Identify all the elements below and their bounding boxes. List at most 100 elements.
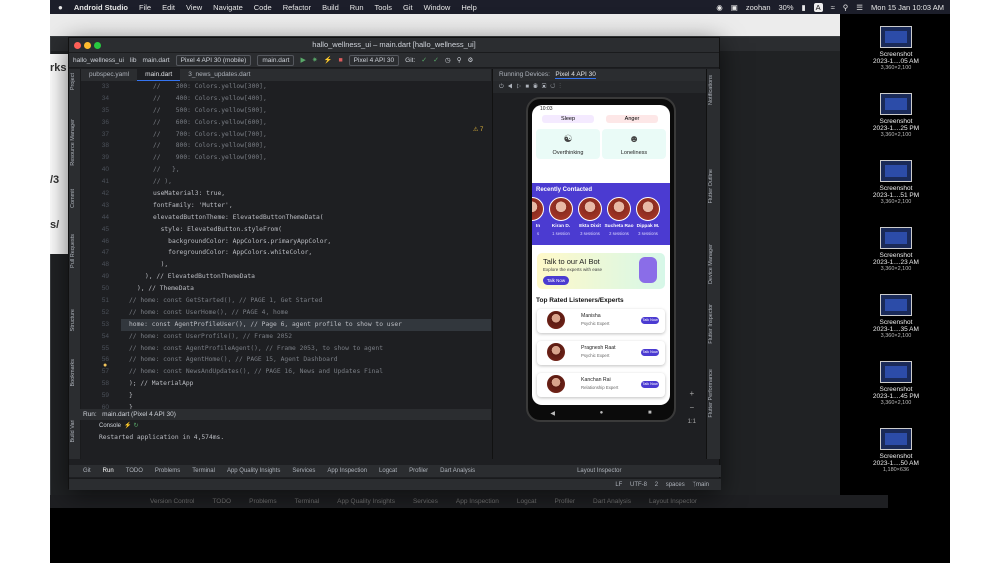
menu-refactor[interactable]: Refactor bbox=[283, 3, 311, 12]
menu-run[interactable]: Run bbox=[350, 3, 364, 12]
lib-breadcrumb[interactable]: lib bbox=[130, 57, 137, 64]
search-everywhere-icon[interactable]: ⚲ bbox=[457, 56, 462, 64]
tab-main-dart[interactable]: main.dart bbox=[137, 69, 181, 81]
history-icon[interactable]: ◷ bbox=[445, 56, 451, 64]
tw-run[interactable]: Run bbox=[103, 468, 114, 474]
menu-tools[interactable]: Tools bbox=[375, 3, 393, 12]
console-tab[interactable]: Console bbox=[99, 423, 121, 429]
code-line[interactable]: } bbox=[121, 390, 491, 402]
desktop-file[interactable]: Screenshot 2023-1....25 PM 3,360×2,100 bbox=[858, 87, 934, 151]
code-line[interactable]: useMaterial3: true, bbox=[121, 188, 491, 200]
code-line[interactable]: fontFamily: 'Mutter', bbox=[121, 200, 491, 212]
home-icon[interactable]: ● bbox=[600, 410, 604, 416]
avatar[interactable] bbox=[607, 197, 631, 221]
code-line[interactable]: home: const AgentProfileUser(), // Page … bbox=[121, 318, 491, 331]
bg-tab[interactable]: App Inspection bbox=[456, 498, 499, 505]
ai-bot-talk-button[interactable]: Talk Now bbox=[543, 276, 569, 285]
code-line[interactable]: // home: const AgentHome(), // PAGE 15, … bbox=[121, 354, 491, 366]
zoom-out-button[interactable]: − bbox=[688, 401, 696, 415]
code-line[interactable]: // 700: Colors.yellow[700], bbox=[121, 129, 491, 141]
tw-logcat[interactable]: Logcat bbox=[379, 468, 397, 474]
git-commit-icon[interactable]: ✓ bbox=[433, 56, 439, 64]
card-loneliness[interactable]: ☻ Loneliness bbox=[602, 129, 666, 159]
listener-card[interactable]: Manisha Psychic Expert Talk Now bbox=[537, 309, 665, 333]
restart-icon[interactable]: ↻ bbox=[134, 423, 139, 429]
code-line[interactable]: } bbox=[121, 402, 491, 409]
tw-profiler[interactable]: Profiler bbox=[409, 468, 428, 474]
avatar[interactable] bbox=[532, 197, 544, 221]
run-config-tab[interactable]: main.dart (Pixel 4 API 30) bbox=[102, 411, 176, 418]
talk-now-button[interactable]: Talk Now bbox=[641, 349, 659, 356]
run-icon[interactable]: ▶ bbox=[300, 56, 305, 64]
code-line[interactable]: ), bbox=[121, 259, 491, 271]
debug-icon[interactable]: ✷ bbox=[312, 56, 318, 64]
bg-tab[interactable]: Version Control bbox=[150, 498, 194, 505]
code-line[interactable]: // 500: Colors.yellow[500], bbox=[121, 105, 491, 117]
bg-tab[interactable]: Layout Inspector bbox=[649, 498, 697, 505]
code-line[interactable]: // }, bbox=[121, 164, 491, 176]
code-line[interactable]: // 300: Colors.yellow[300], bbox=[121, 81, 491, 93]
tool-notifications[interactable]: Notifications bbox=[708, 75, 714, 105]
warning-count[interactable]: ⚠ 7 bbox=[473, 126, 483, 133]
code-line[interactable]: ); // MaterialApp bbox=[121, 378, 491, 390]
input-source-indicator[interactable]: A bbox=[813, 2, 823, 12]
tool-project[interactable]: Project bbox=[70, 73, 76, 90]
zoom-actual-button[interactable]: 1:1 bbox=[688, 415, 696, 429]
listener-card[interactable]: Pragnesh Raat Psychic Expert Talk Now bbox=[537, 341, 665, 365]
talk-now-button[interactable]: Talk Now bbox=[641, 381, 659, 388]
code-line[interactable]: elevatedButtonTheme: ElevatedButtonTheme… bbox=[121, 212, 491, 224]
phone-emulator[interactable]: 10:03 Sleep Anger ☯ Overthinking ☻ Lonel… bbox=[526, 97, 676, 422]
desktop-file[interactable]: Screenshot 2023-1....05 AM 3,360×2,100 bbox=[858, 20, 934, 84]
hot-reload-icon[interactable]: ⚡ bbox=[324, 56, 333, 64]
run-config-selector[interactable]: main.dart bbox=[257, 54, 295, 66]
file-encoding[interactable]: UTF-8 bbox=[630, 482, 647, 488]
tab-news-updates[interactable]: 3_news_updates.dart bbox=[180, 69, 258, 81]
tool-flutter-outline[interactable]: Flutter Outline bbox=[708, 169, 714, 204]
menu-build[interactable]: Build bbox=[322, 3, 339, 12]
git-update-icon[interactable]: ✓ bbox=[421, 56, 427, 64]
pill-anger[interactable]: Anger bbox=[606, 115, 658, 123]
stop-icon[interactable]: ■ bbox=[338, 57, 342, 64]
device-tab[interactable]: Pixel 4 API 30 bbox=[555, 71, 596, 79]
phone-screen[interactable]: 10:03 Sleep Anger ☯ Overthinking ☻ Lonel… bbox=[532, 105, 670, 405]
code-line[interactable]: // home: const GetStarted(), // PAGE 1, … bbox=[121, 295, 491, 307]
code-line[interactable]: ), // ThemeData bbox=[121, 283, 491, 295]
git-branch[interactable]: main bbox=[696, 482, 709, 488]
tool-bookmarks[interactable]: Bookmarks bbox=[70, 359, 76, 387]
hot-reload-icon[interactable]: ⚡ bbox=[124, 423, 131, 429]
code-line[interactable]: // home: const AgentProfileAgent(), // F… bbox=[121, 343, 491, 355]
code-editor[interactable]: 33 34 35 36 37 38 39 40 41 42 43 44 45 46 47 48 49 50 51 52… bbox=[81, 81, 491, 409]
menu-code[interactable]: Code bbox=[254, 3, 272, 12]
talk-now-button[interactable]: Talk Now bbox=[641, 317, 659, 324]
apple-icon[interactable]: ● bbox=[58, 3, 63, 12]
tool-resource-manager[interactable]: Resource Manager bbox=[70, 119, 76, 166]
tw-app-inspection[interactable]: App Inspection bbox=[327, 468, 367, 474]
settings-icon[interactable]: ⚙ bbox=[467, 56, 473, 64]
bg-tab[interactable]: Dart Analysis bbox=[593, 498, 631, 505]
control-center-icon[interactable]: ☰ bbox=[856, 3, 863, 12]
menu-edit[interactable]: Edit bbox=[162, 3, 175, 12]
tool-commit[interactable]: Commit bbox=[70, 189, 76, 208]
code-line[interactable]: // home: const UserHome(), // PAGE 4, ho… bbox=[121, 307, 491, 319]
back-icon[interactable]: ◀ bbox=[550, 410, 555, 417]
menu-window[interactable]: Window bbox=[424, 3, 451, 12]
tw-app-quality[interactable]: App Quality Insights bbox=[227, 468, 280, 474]
bg-tab[interactable]: Terminal bbox=[295, 498, 320, 505]
zoom-window-button[interactable] bbox=[94, 42, 101, 49]
listener-card[interactable]: Kanchan Rai Relationship Expert Talk Now bbox=[537, 373, 665, 397]
tw-dart-analysis[interactable]: Dart Analysis bbox=[440, 468, 475, 474]
code-line[interactable]: // ), bbox=[121, 176, 491, 188]
ai-bot-banner[interactable]: Talk to our AI Bot Explore the experts w… bbox=[537, 253, 665, 289]
tw-terminal[interactable]: Terminal bbox=[192, 468, 215, 474]
device-selector[interactable]: Pixel 4 API 30 (mobile) bbox=[175, 54, 252, 66]
card-overthinking[interactable]: ☯ Overthinking bbox=[536, 129, 600, 159]
code-line[interactable]: // 800: Colors.yellow[800], bbox=[121, 140, 491, 152]
code-line[interactable]: // home: const NewsAndUpdates(), // PAGE… bbox=[121, 366, 491, 378]
code-line[interactable]: // home: const UserProfile(), // Frame 2… bbox=[121, 331, 491, 343]
minimize-window-button[interactable] bbox=[84, 42, 91, 49]
zoom-in-button[interactable]: + bbox=[688, 387, 696, 401]
tab-pubspec[interactable]: pubspec.yaml bbox=[81, 69, 137, 81]
desktop-file[interactable]: Screenshot 2023-1....35 AM 3,360×2,100 bbox=[858, 288, 934, 352]
code-line[interactable]: // 400: Colors.yellow[400], bbox=[121, 93, 491, 105]
line-separator[interactable]: LF bbox=[615, 482, 622, 488]
